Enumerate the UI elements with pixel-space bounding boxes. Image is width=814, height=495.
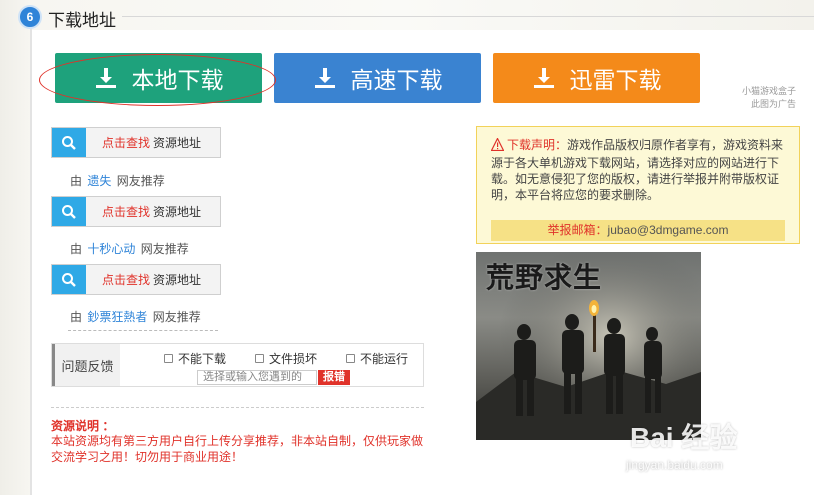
ad-note-line1: 小猫游戏盒子 <box>741 86 796 96</box>
by-text: 由 <box>70 242 83 256</box>
divider <box>51 407 424 408</box>
section-number-badge: 6 <box>18 5 42 29</box>
search-icon <box>52 197 86 226</box>
report-mail-value[interactable]: jubao@3dmgame.com <box>608 223 729 237</box>
resource-note-title: 资源说明 ： <box>51 419 115 433</box>
find-source-button[interactable]: 点击查找 资源地址 <box>51 264 221 295</box>
notice-text: 下载声明：游戏作品版权归原作者享有，游戏资料来源于各大单机游戏下载网站，请选择对… <box>490 137 787 203</box>
watermark-text: Bai 经验 <box>630 422 738 453</box>
find-source-button[interactable]: 点击查找 资源地址 <box>51 196 221 227</box>
report-mail-key: 举报邮箱： <box>547 223 608 237</box>
option-label: 文件损坏 <box>269 352 318 366</box>
find-source-action: 点击查找 <box>102 273 151 287</box>
ad-note: 小猫游戏盒子 此图为广告 <box>736 85 796 111</box>
recommender-link[interactable]: 十秒心动 <box>87 242 135 256</box>
find-source-action: 点击查找 <box>102 205 151 219</box>
option-file-damaged[interactable]: 文件损坏 <box>255 350 317 367</box>
recommender-line: 由 鈔票狂熱者 网友推荐 <box>70 308 201 325</box>
divider <box>68 330 218 331</box>
title-divider <box>122 16 814 17</box>
find-source-label: 资源地址 <box>153 273 202 287</box>
download-notice: 下载声明：游戏作品版权归原作者享有，游戏资料来源于各大单机游戏下载网站，请选择对… <box>476 126 800 244</box>
by-text: 由 <box>70 174 83 188</box>
find-source-action: 点击查找 <box>102 136 151 150</box>
thunder-download-label: 迅雷下载 <box>569 67 662 93</box>
recommend-suffix: 网友推荐 <box>152 310 201 324</box>
feedback-input[interactable]: 选择或输入您遇到的 <box>197 370 317 385</box>
fast-download-label: 高速下载 <box>350 67 443 93</box>
ad-note-line2: 此图为广告 <box>750 99 796 109</box>
find-source-button[interactable]: 点击查找 资源地址 <box>51 127 221 158</box>
recommender-link[interactable]: 遗失 <box>87 174 111 188</box>
notice-head: 下载声明： <box>507 138 568 152</box>
download-icon <box>313 66 337 90</box>
recommend-suffix: 网友推荐 <box>140 242 189 256</box>
checkbox[interactable] <box>164 354 173 363</box>
recommend-suffix: 网友推荐 <box>116 174 165 188</box>
warning-icon <box>490 137 505 155</box>
report-button[interactable]: 报错 <box>318 370 350 385</box>
highlight-oval <box>39 54 276 106</box>
find-source-label: 资源地址 <box>153 136 202 150</box>
feedback-box: 问题反馈 不能下载 文件损坏 不能运行 选择或输入您遇到的 报错 <box>51 343 424 387</box>
recommender-line: 由 十秒心动 网友推荐 <box>70 240 189 257</box>
resource-note-body: 本站资源均有第三方用户自行上传分享推荐，非本站自制，仅供玩家做交流学习之用！切勿… <box>51 434 424 464</box>
find-source-label: 资源地址 <box>153 205 202 219</box>
poster-title: 荒野求生 <box>486 261 603 294</box>
report-mail: 举报邮箱：jubao@3dmgame.com <box>491 220 785 241</box>
checkbox[interactable] <box>346 354 355 363</box>
fast-download-button[interactable]: 高速下载 <box>274 53 481 103</box>
recommender-link[interactable]: 鈔票狂熱者 <box>87 310 147 324</box>
option-cannot-run[interactable]: 不能运行 <box>346 350 408 367</box>
feedback-label: 问题反馈 <box>52 344 120 386</box>
search-icon <box>52 128 86 157</box>
section-title: 下载地址 <box>48 11 116 30</box>
section-left-rule <box>30 28 32 495</box>
recommender-line: 由 遗失 网友推荐 <box>70 172 165 189</box>
option-cannot-download[interactable]: 不能下载 <box>164 350 226 367</box>
option-label: 不能下载 <box>178 352 227 366</box>
baidu-watermark: Bai 经验 jingyan.baidu.com <box>620 412 810 492</box>
search-icon <box>52 265 86 294</box>
watermark-url: jingyan.baidu.com <box>626 458 723 472</box>
thunder-download-button[interactable]: 迅雷下载 <box>493 53 700 103</box>
option-label: 不能运行 <box>360 352 409 366</box>
by-text: 由 <box>70 310 83 324</box>
download-icon <box>532 66 556 90</box>
checkbox[interactable] <box>255 354 264 363</box>
